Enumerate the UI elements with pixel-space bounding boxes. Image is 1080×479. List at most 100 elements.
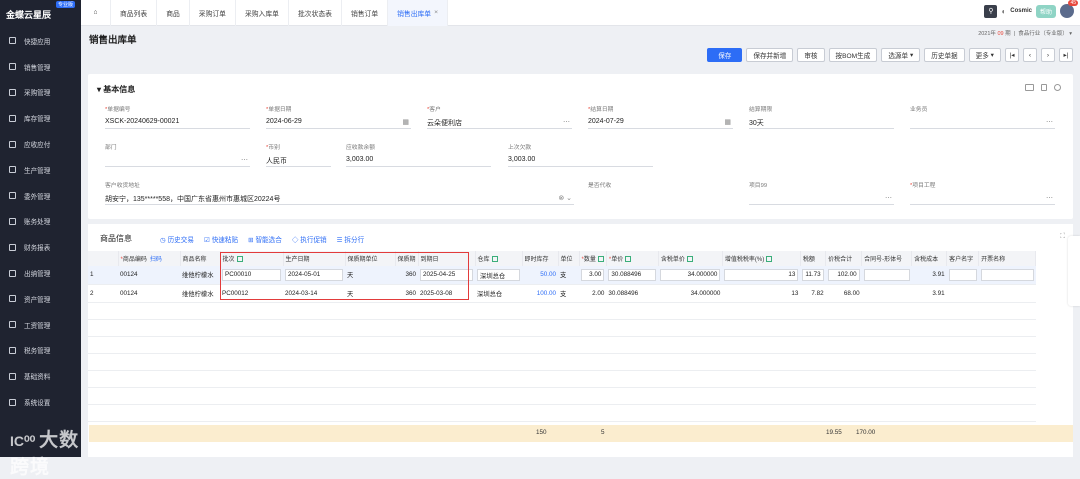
checkbox-icon[interactable]: [491, 256, 498, 263]
period-info[interactable]: 2021年 09 期 | 食品行业（专业版） ▾: [978, 29, 1072, 37]
column-header[interactable]: 开票名称: [978, 251, 1037, 266]
column-header[interactable]: 含税单价: [658, 251, 723, 266]
sidebar-item[interactable]: 库存管理: [0, 105, 81, 131]
empty-row[interactable]: [88, 404, 1036, 422]
tab-item[interactable]: 销售出库单 ×: [388, 0, 449, 26]
sidebar-item[interactable]: 财务报表: [0, 234, 81, 260]
sidebar-item[interactable]: 快捷应用: [0, 28, 81, 54]
column-header[interactable]: 仓库: [475, 251, 523, 266]
tab-item[interactable]: 商品列表: [111, 0, 158, 26]
column-header[interactable]: *商品编码 扫码: [118, 251, 181, 266]
column-header[interactable]: 客户名字: [946, 251, 980, 266]
column-header[interactable]: [88, 251, 119, 266]
table-cell[interactable]: 102.00: [825, 266, 862, 285]
table-cell[interactable]: [946, 266, 979, 285]
table-row[interactable]: 1 00124 维他柠檬水 PC00010 2024-05-01 天 360 2025-04-…: [88, 266, 1036, 285]
customer-field[interactable]: *客户 云朵便利店 ⋯: [427, 104, 572, 129]
tab-item[interactable]: 采购订单: [190, 0, 236, 26]
next-record-icon[interactable]: ›: [1041, 48, 1055, 62]
org-name[interactable]: Cosmic: [1010, 8, 1032, 14]
close-icon[interactable]: ×: [434, 9, 438, 16]
column-header[interactable]: *单价: [606, 251, 659, 266]
home-icon[interactable]: ⌂: [81, 0, 111, 26]
table-cell[interactable]: 深圳总仓: [475, 266, 523, 285]
table-cell[interactable]: 13: [722, 266, 801, 285]
column-header[interactable]: 价税合计: [825, 251, 863, 266]
empty-row[interactable]: [88, 302, 1036, 320]
empty-row[interactable]: [88, 370, 1036, 388]
last-record-icon[interactable]: ▸|: [1059, 48, 1073, 62]
table-cell[interactable]: PC00010: [220, 266, 283, 285]
basic-info-title[interactable]: ▾ 基本信息: [97, 84, 135, 95]
table-cell[interactable]: 30.088496: [606, 266, 659, 285]
table-cell[interactable]: 2024-05-01: [283, 266, 345, 285]
sidebar-item[interactable]: 账务处理: [0, 209, 81, 235]
column-header[interactable]: 即时库存: [522, 251, 559, 266]
column-header[interactable]: 保质期: [395, 251, 419, 266]
checkbox-icon[interactable]: [597, 256, 604, 263]
history-bills-button[interactable]: 历史单据: [924, 48, 965, 62]
column-header[interactable]: 到期日: [418, 251, 476, 266]
save-and-new-button[interactable]: 保存并新增: [746, 48, 794, 62]
currency-field[interactable]: *币别 人民币: [266, 142, 331, 167]
settle-date-field[interactable]: *结算日期 2024-07-29 ▦: [588, 104, 733, 129]
sidebar-item[interactable]: 生产管理: [0, 157, 81, 183]
sidebar-item[interactable]: 资产管理: [0, 286, 81, 312]
quick-paste-link[interactable]: ☑ 快速粘贴: [204, 234, 238, 244]
app-logo[interactable]: 金蝶云星辰 专业版: [0, 0, 81, 28]
bill-date-field[interactable]: *单据日期 2024-06-29 ▦: [266, 104, 411, 129]
checkbox-icon[interactable]: [625, 256, 632, 263]
tab-item[interactable]: 采购入库单: [236, 0, 289, 26]
avatar[interactable]: 45: [1060, 0, 1078, 18]
promotion-link[interactable]: ◇ 执行促销: [292, 234, 327, 244]
sidebar-item[interactable]: 委外管理: [0, 183, 81, 209]
table-cell[interactable]: 3.00: [579, 266, 607, 285]
settings-icon[interactable]: [1054, 84, 1061, 91]
project99-field[interactable]: 项目99 ⋯: [749, 180, 894, 205]
column-header[interactable]: 批次: [220, 251, 284, 266]
scan-code-link[interactable]: 扫码: [150, 257, 162, 263]
side-panel-toggle[interactable]: [1068, 236, 1080, 306]
first-record-icon[interactable]: |◂: [1005, 48, 1019, 62]
tab-item[interactable]: 商品: [157, 0, 190, 26]
column-header[interactable]: 合同号-形体号: [861, 251, 913, 266]
expand-icon[interactable]: ⛶: [1060, 233, 1065, 241]
dept-field[interactable]: 部门 ⋯: [105, 142, 250, 167]
checkbox-icon[interactable]: [766, 256, 773, 263]
more-button[interactable]: 更多 ▾: [968, 48, 1001, 62]
empty-row[interactable]: [88, 336, 1036, 354]
tab-item[interactable]: 批次状态表: [289, 0, 342, 26]
column-header[interactable]: 单位: [558, 251, 580, 266]
table-row[interactable]: 2 00124 维他柠檬水 PC00012 2024-03-14 天 360 2025-03-…: [88, 284, 1036, 303]
column-header[interactable]: 税额: [800, 251, 827, 266]
bill-no-field[interactable]: *单据编号 XSCK-20240629-00021: [105, 104, 250, 129]
select-source-button[interactable]: 选源单 ▾: [881, 48, 921, 62]
column-header[interactable]: 生产日期: [283, 251, 346, 266]
column-header[interactable]: 含税成本: [911, 251, 948, 266]
table-cell[interactable]: [978, 266, 1036, 285]
help-button[interactable]: 帮助: [1035, 4, 1056, 18]
empty-row[interactable]: [88, 387, 1036, 405]
settle-term-field[interactable]: 结算期限 30天: [749, 104, 894, 129]
org-icon[interactable]: ◐: [1001, 7, 1006, 16]
agent-field[interactable]: 是否代收: [588, 180, 733, 189]
tab-item[interactable]: 销售订单: [342, 0, 389, 26]
print-icon[interactable]: [1041, 84, 1047, 91]
table-cell[interactable]: 34.000000: [658, 266, 723, 285]
sidebar-item[interactable]: 应收应付: [0, 131, 81, 157]
table-cell[interactable]: [861, 266, 912, 285]
bom-generate-button[interactable]: 按BOM生成: [828, 48, 878, 62]
table-cell[interactable]: 11.73: [800, 266, 826, 285]
address-field[interactable]: 客户收货地址 胡安宁，135*****558，中国广东省惠州市惠城区20224号…: [105, 180, 574, 205]
audit-button[interactable]: 审核: [797, 48, 825, 62]
salesman-field[interactable]: 业务员 ⋯: [910, 104, 1055, 129]
column-header[interactable]: 增值税税率(%): [722, 251, 801, 266]
sidebar-item[interactable]: 税务管理: [0, 338, 81, 364]
empty-row[interactable]: [88, 353, 1036, 371]
project-field[interactable]: *项目工程 ⋯: [910, 180, 1055, 205]
keyboard-icon[interactable]: [1025, 84, 1034, 91]
sidebar-item[interactable]: 销售管理: [0, 54, 81, 80]
smart-select-link[interactable]: ⊞ 智能选合: [248, 234, 282, 244]
search-icon[interactable]: ⚲: [984, 4, 998, 18]
split-row-link[interactable]: ☰ 拆分行: [337, 234, 365, 244]
